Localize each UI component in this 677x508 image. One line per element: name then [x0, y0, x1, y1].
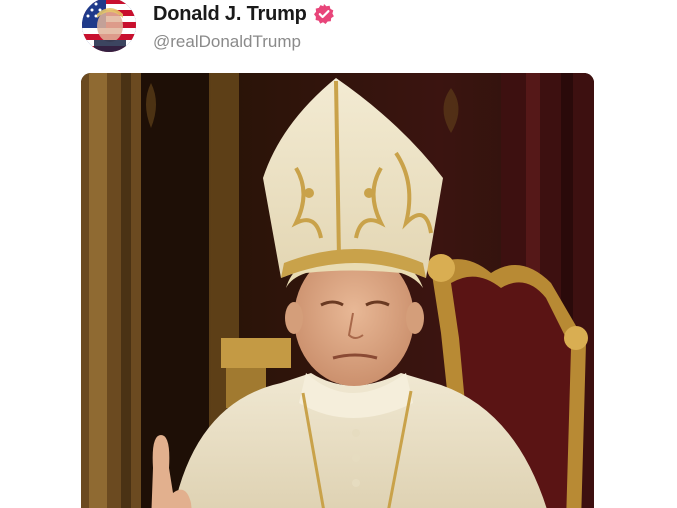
author-info: Donald J. Trump @realDonaldTrump	[153, 2, 335, 52]
post-image[interactable]	[81, 73, 594, 508]
author-display-name[interactable]: Donald J. Trump	[153, 3, 307, 26]
name-row: Donald J. Trump	[153, 2, 335, 26]
social-post: Donald J. Trump @realDonaldTrump	[0, 0, 677, 508]
avatar-image	[82, 0, 136, 52]
author-handle[interactable]: @realDonaldTrump	[153, 32, 335, 52]
verified-badge-icon	[313, 3, 335, 25]
user-avatar[interactable]	[82, 0, 136, 52]
ai-generated-portrait-icon	[81, 73, 594, 508]
